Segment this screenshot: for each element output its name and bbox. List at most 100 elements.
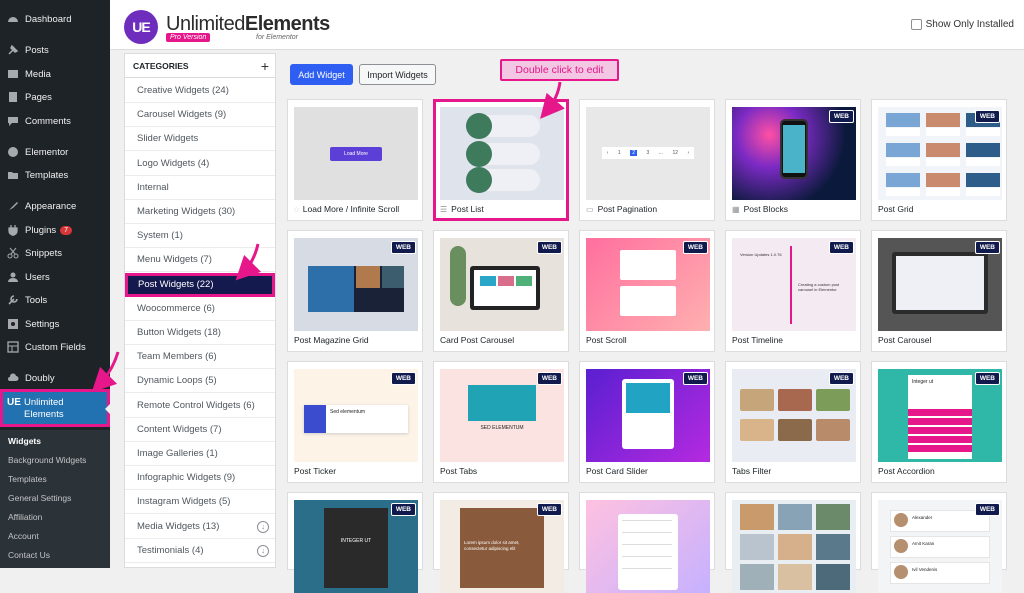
category-item[interactable]: Dynamic Loops (5) xyxy=(125,369,275,394)
widget-label: Post Timeline xyxy=(732,335,784,345)
load-more-preview-button: Load More xyxy=(330,147,382,161)
submenu-affiliation[interactable]: Affiliation xyxy=(8,512,42,522)
brush-icon xyxy=(6,200,19,213)
plug-icon xyxy=(6,224,19,237)
import-widgets-button[interactable]: Import Widgets xyxy=(359,64,436,85)
category-label: Creative Widgets (24) xyxy=(137,85,229,96)
web-badge: WEB xyxy=(536,503,562,516)
category-item[interactable]: Creative Widgets (24) xyxy=(125,79,275,103)
tabs-preview-title: SED ELEMENTUM xyxy=(480,425,524,431)
sidebar-item-doubly[interactable]: Doubly xyxy=(0,367,110,389)
category-label: Post Widgets (22) xyxy=(138,279,214,291)
sidebar-item-custom-fields[interactable]: Custom Fields xyxy=(0,336,110,358)
categories-title: CATEGORIES xyxy=(133,60,189,71)
category-item[interactable]: Slider Widgets xyxy=(125,127,275,152)
widget-card[interactable]: WEB Post Scroll xyxy=(579,230,715,352)
person-preview-name: Alexander xyxy=(912,515,933,520)
magazine-preview-title: INTEGER UT xyxy=(340,538,372,544)
widget-card[interactable]: WEB Post Carousel xyxy=(871,230,1007,352)
category-item[interactable]: Instagram Widgets (5) xyxy=(125,490,275,515)
widget-card[interactable]: Version Updates 1.0.76 Creating a custom … xyxy=(725,230,861,352)
show-only-installed-toggle[interactable]: Show Only Installed xyxy=(910,19,1014,30)
user-icon xyxy=(6,271,19,284)
category-item[interactable]: Testimonials (4) ↓ xyxy=(125,539,275,563)
sidebar-item-media[interactable]: Media xyxy=(0,63,110,85)
widget-card[interactable]: Sed elementum WEB Post Ticker xyxy=(287,361,423,483)
widget-card[interactable]: Lorem ipsum dolor sit amet, consectetur … xyxy=(433,492,569,593)
widget-label: Post Grid xyxy=(878,204,914,214)
show-only-installed-checkbox[interactable] xyxy=(910,19,922,30)
widget-card[interactable]: ‹ 1 2 3... 12 › ▭ Post Pagination xyxy=(579,99,715,221)
category-item[interactable]: Remote Control Widgets (6) xyxy=(125,394,275,418)
sidebar-item-plugins[interactable]: Plugins 7 xyxy=(0,219,110,241)
sidebar-item-pages[interactable]: Pages xyxy=(0,86,110,108)
download-icon[interactable]: ↓ xyxy=(257,544,269,557)
category-item[interactable]: Marketing Widgets (30) xyxy=(125,200,275,224)
widget-label: Post Scroll xyxy=(586,335,627,345)
category-item[interactable]: System (1) xyxy=(125,224,275,249)
sidebar-item-label: Dashboard xyxy=(25,13,72,25)
widget-card[interactable]: WEB ▦ Post Blocks xyxy=(725,99,861,221)
web-badge: WEB xyxy=(390,503,416,516)
unlimited-elements-logo: UE xyxy=(124,10,158,44)
widget-card[interactable]: SED ELEMENTUM WEB Post Tabs xyxy=(433,361,569,483)
widget-card[interactable]: ☰ Post List xyxy=(433,99,569,221)
category-item[interactable]: Internal xyxy=(125,176,275,200)
sidebar-item-settings[interactable]: Settings xyxy=(0,313,110,335)
widget-card[interactable]: WEB Post Card Slider xyxy=(579,361,715,483)
widget-card[interactable] xyxy=(725,492,861,593)
category-item[interactable]: Content Widgets (7) xyxy=(125,418,275,442)
category-item[interactable]: Post Widgets (22) xyxy=(125,272,275,297)
widget-card[interactable]: WEB Tabs Filter xyxy=(725,361,861,483)
category-item[interactable]: Media Widgets (13) ↓ xyxy=(125,515,275,539)
widget-card[interactable] xyxy=(579,492,715,593)
widget-card[interactable]: Integer ut WEB Post Accordion xyxy=(871,361,1007,483)
sidebar-item-label: Doubly xyxy=(25,372,55,384)
sidebar-item-label: Custom Fields xyxy=(25,341,86,353)
category-item[interactable]: Menu Widgets (7) xyxy=(125,248,275,273)
sidebar-item-users[interactable]: Users xyxy=(0,266,110,288)
category-item[interactable]: Team Members (6) xyxy=(125,345,275,370)
widget-card[interactable]: INTEGER UT WEB xyxy=(287,492,423,593)
sidebar-item-tools[interactable]: Tools xyxy=(0,289,110,311)
widget-label: Card Post Carousel xyxy=(440,335,515,345)
download-icon[interactable]: ↓ xyxy=(257,520,269,533)
widget-type-icon: ▦ xyxy=(732,204,740,214)
sidebar-item-snippets[interactable]: Snippets xyxy=(0,242,110,264)
web-badge: WEB xyxy=(536,241,562,254)
sidebar-item-dashboard[interactable]: Dashboard xyxy=(0,8,110,30)
submenu-background-widgets[interactable]: Background Widgets xyxy=(8,455,86,465)
sidebar-item-unlimited-elements[interactable]: UE Unlimited Elements xyxy=(0,389,110,427)
sidebar-item-posts[interactable]: Posts xyxy=(0,39,110,61)
sidebar-item-appearance[interactable]: Appearance xyxy=(0,195,110,217)
submenu-contact-us[interactable]: Contact Us xyxy=(8,550,50,560)
widget-card[interactable]: Load More ◌ Load More / Infinite Scroll xyxy=(287,99,423,221)
widget-card[interactable]: Alexander Amit Karan Ivil Vendenis WEB xyxy=(871,492,1007,593)
add-category-button[interactable]: + xyxy=(261,58,269,74)
category-item[interactable]: Carousel Widgets (9) xyxy=(125,103,275,128)
fields-icon xyxy=(6,341,19,354)
sidebar-item-templates[interactable]: Templates xyxy=(0,164,110,186)
category-item[interactable]: Logo Widgets (4) xyxy=(125,152,275,176)
sidebar-item-label: Appearance xyxy=(25,200,77,212)
category-label: Woocommerce (6) xyxy=(137,302,215,314)
submenu-account[interactable]: Account xyxy=(8,531,39,541)
sidebar-item-label: Plugins xyxy=(25,224,57,236)
sidebar-item-comments[interactable]: Comments xyxy=(0,110,110,132)
category-label: Logo Widgets (4) xyxy=(137,157,210,169)
widget-card[interactable]: WEB Card Post Carousel xyxy=(433,230,569,352)
widget-card[interactable]: WEB Post Grid xyxy=(871,99,1007,221)
widget-card[interactable]: WEB Post Magazine Grid xyxy=(287,230,423,352)
timeline-preview-date: Version Updates 1.0.76 xyxy=(740,252,782,257)
sidebar-item-elementor[interactable]: Elementor xyxy=(0,141,110,163)
sidebar-item-label: Pages xyxy=(25,91,52,103)
category-item[interactable]: Woocommerce (6) xyxy=(125,297,275,321)
category-item[interactable]: Button Widgets (18) xyxy=(125,321,275,345)
category-item[interactable]: Infographic Widgets (9) xyxy=(125,466,275,491)
media-icon xyxy=(6,68,19,81)
submenu-general-settings[interactable]: General Settings xyxy=(8,493,71,503)
category-item[interactable]: Image Galleries (1) xyxy=(125,442,275,466)
submenu-templates[interactable]: Templates xyxy=(8,474,47,484)
add-widget-button[interactable]: Add Widget xyxy=(290,64,353,85)
submenu-widgets[interactable]: Widgets xyxy=(8,436,41,446)
